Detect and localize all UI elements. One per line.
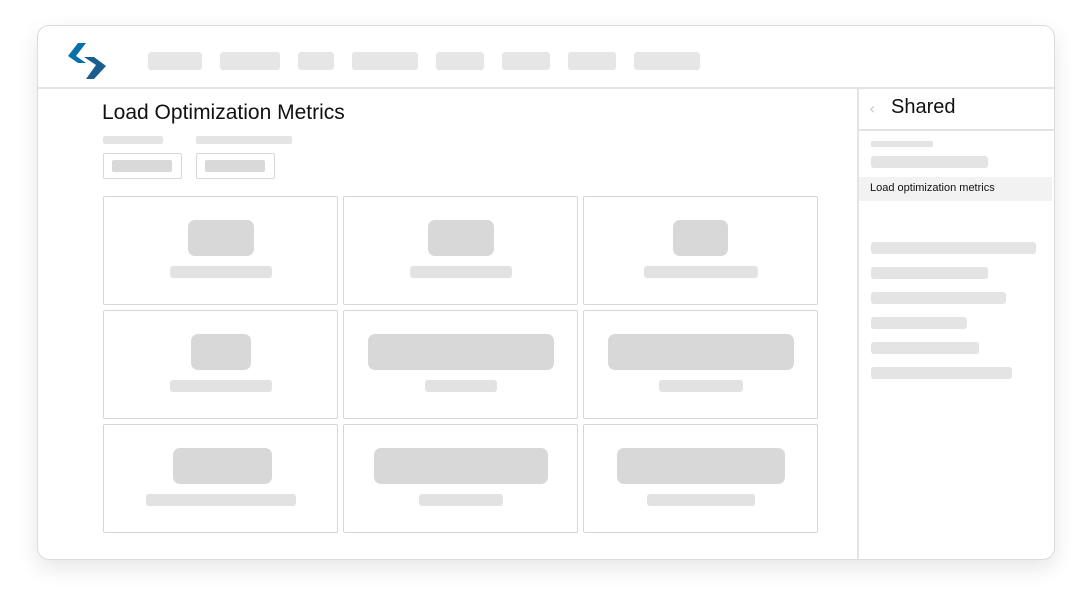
card-thumbnail [374,448,548,484]
nav-item-7[interactable] [568,52,616,70]
panel-header: ‹ Shared [859,88,1054,131]
filter-dropdown-2[interactable] [196,153,275,179]
filter-label-2 [196,136,292,144]
panel-list-item[interactable] [871,267,988,279]
metric-card[interactable] [103,196,338,305]
card-thumbnail [673,220,728,256]
nav-item-3[interactable] [298,52,334,70]
metric-card[interactable] [103,424,338,533]
metric-card[interactable] [103,310,338,419]
card-thumbnail [368,334,554,370]
card-thumbnail [608,334,794,370]
card-caption [647,494,755,506]
chevron-left-icon[interactable]: ‹ [869,100,881,118]
panel-list-item-selected[interactable]: Load optimization metrics [859,177,1052,201]
metric-card[interactable] [583,310,818,419]
metric-card[interactable] [583,196,818,305]
panel-list-item[interactable] [871,342,979,354]
card-caption [659,380,743,392]
nav-item-6[interactable] [502,52,550,70]
nav-item-5[interactable] [436,52,484,70]
nav-item-8[interactable] [634,52,700,70]
card-caption [170,266,272,278]
card-caption [146,494,296,506]
lightning-logo-icon[interactable] [66,41,108,81]
panel-list-item[interactable] [871,292,1006,304]
card-caption [425,380,497,392]
filter-value-placeholder [205,160,265,172]
app-window: Load Optimization Metrics ‹ Shared Load … [37,25,1055,560]
metric-card[interactable] [343,310,578,419]
panel-list-item[interactable] [871,367,1012,379]
panel-list-item-label: Load optimization metrics [870,182,995,194]
shared-panel: ‹ Shared Load optimization metrics [859,88,1054,559]
panel-list-item[interactable] [871,317,967,329]
nav-item-2[interactable] [220,52,280,70]
card-thumbnail [428,220,494,256]
panel-list-item[interactable] [871,242,1036,254]
card-thumbnail [191,334,251,370]
card-caption [410,266,512,278]
card-caption [419,494,503,506]
panel-list-item[interactable] [871,156,988,168]
card-caption [644,266,758,278]
metric-card[interactable] [343,196,578,305]
page-title: Load Optimization Metrics [102,101,345,124]
metric-card[interactable] [583,424,818,533]
card-thumbnail [617,448,785,484]
filter-label-1 [103,136,163,144]
card-thumbnail [173,448,272,484]
panel-subheading [871,141,933,147]
card-thumbnail [188,220,254,256]
card-caption [170,380,272,392]
filter-value-placeholder [112,160,172,172]
panel-title: Shared [891,96,956,118]
nav-item-1[interactable] [148,52,202,70]
nav-item-4[interactable] [352,52,418,70]
filter-dropdown-1[interactable] [103,153,182,179]
metric-card[interactable] [343,424,578,533]
top-navigation-bar [38,26,1054,89]
